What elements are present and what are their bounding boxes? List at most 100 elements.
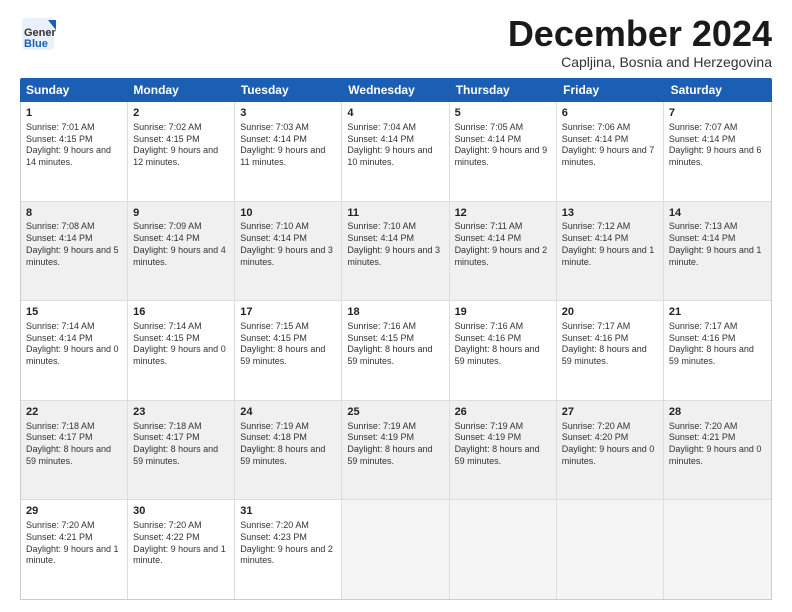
day-number: 28 (669, 405, 766, 420)
calendar-cell: 1Sunrise: 7:01 AM Sunset: 4:15 PM Daylig… (21, 102, 128, 201)
calendar-cell: 8Sunrise: 7:08 AM Sunset: 4:14 PM Daylig… (21, 202, 128, 301)
logo: General Blue (20, 16, 56, 52)
day-number: 23 (133, 405, 229, 420)
cell-info: Sunrise: 7:07 AM Sunset: 4:14 PM Dayligh… (669, 122, 766, 169)
cell-info: Sunrise: 7:08 AM Sunset: 4:14 PM Dayligh… (26, 221, 122, 268)
calendar-cell: 18Sunrise: 7:16 AM Sunset: 4:15 PM Dayli… (342, 301, 449, 400)
calendar-cell: 24Sunrise: 7:19 AM Sunset: 4:18 PM Dayli… (235, 401, 342, 500)
header-day-tuesday: Tuesday (235, 78, 342, 102)
cell-info: Sunrise: 7:01 AM Sunset: 4:15 PM Dayligh… (26, 122, 122, 169)
cell-info: Sunrise: 7:05 AM Sunset: 4:14 PM Dayligh… (455, 122, 551, 169)
svg-text:Blue: Blue (24, 38, 48, 50)
cell-info: Sunrise: 7:10 AM Sunset: 4:14 PM Dayligh… (240, 221, 336, 268)
cell-info: Sunrise: 7:03 AM Sunset: 4:14 PM Dayligh… (240, 122, 336, 169)
calendar-cell: 30Sunrise: 7:20 AM Sunset: 4:22 PM Dayli… (128, 500, 235, 599)
cell-info: Sunrise: 7:10 AM Sunset: 4:14 PM Dayligh… (347, 221, 443, 268)
cell-info: Sunrise: 7:20 AM Sunset: 4:22 PM Dayligh… (133, 520, 229, 567)
cell-info: Sunrise: 7:02 AM Sunset: 4:15 PM Dayligh… (133, 122, 229, 169)
calendar-cell: 26Sunrise: 7:19 AM Sunset: 4:19 PM Dayli… (450, 401, 557, 500)
logo-icon: General Blue (20, 16, 56, 52)
header-day-sunday: Sunday (20, 78, 127, 102)
month-title: December 2024 (508, 16, 772, 52)
day-number: 16 (133, 305, 229, 320)
calendar-cell: 23Sunrise: 7:18 AM Sunset: 4:17 PM Dayli… (128, 401, 235, 500)
cell-info: Sunrise: 7:15 AM Sunset: 4:15 PM Dayligh… (240, 321, 336, 368)
cell-info: Sunrise: 7:16 AM Sunset: 4:15 PM Dayligh… (347, 321, 443, 368)
cell-info: Sunrise: 7:14 AM Sunset: 4:14 PM Dayligh… (26, 321, 122, 368)
day-number: 8 (26, 206, 122, 221)
calendar-cell: 12Sunrise: 7:11 AM Sunset: 4:14 PM Dayli… (450, 202, 557, 301)
cell-info: Sunrise: 7:11 AM Sunset: 4:14 PM Dayligh… (455, 221, 551, 268)
day-number: 7 (669, 106, 766, 121)
page: General Blue December 2024 Capljina, Bos… (0, 0, 792, 612)
header: General Blue December 2024 Capljina, Bos… (20, 16, 772, 70)
day-number: 19 (455, 305, 551, 320)
cell-info: Sunrise: 7:18 AM Sunset: 4:17 PM Dayligh… (26, 421, 122, 468)
calendar: SundayMondayTuesdayWednesdayThursdayFrid… (20, 78, 772, 600)
calendar-cell: 31Sunrise: 7:20 AM Sunset: 4:23 PM Dayli… (235, 500, 342, 599)
day-number: 1 (26, 106, 122, 121)
cell-info: Sunrise: 7:18 AM Sunset: 4:17 PM Dayligh… (133, 421, 229, 468)
header-day-wednesday: Wednesday (342, 78, 449, 102)
calendar-cell (664, 500, 771, 599)
day-number: 17 (240, 305, 336, 320)
day-number: 2 (133, 106, 229, 121)
calendar-cell: 13Sunrise: 7:12 AM Sunset: 4:14 PM Dayli… (557, 202, 664, 301)
cell-info: Sunrise: 7:13 AM Sunset: 4:14 PM Dayligh… (669, 221, 766, 268)
calendar-cell: 6Sunrise: 7:06 AM Sunset: 4:14 PM Daylig… (557, 102, 664, 201)
day-number: 3 (240, 106, 336, 121)
cell-info: Sunrise: 7:17 AM Sunset: 4:16 PM Dayligh… (562, 321, 658, 368)
calendar-cell (450, 500, 557, 599)
calendar-cell: 3Sunrise: 7:03 AM Sunset: 4:14 PM Daylig… (235, 102, 342, 201)
day-number: 27 (562, 405, 658, 420)
calendar-cell: 2Sunrise: 7:02 AM Sunset: 4:15 PM Daylig… (128, 102, 235, 201)
calendar-cell: 9Sunrise: 7:09 AM Sunset: 4:14 PM Daylig… (128, 202, 235, 301)
cell-info: Sunrise: 7:19 AM Sunset: 4:19 PM Dayligh… (455, 421, 551, 468)
calendar-cell: 21Sunrise: 7:17 AM Sunset: 4:16 PM Dayli… (664, 301, 771, 400)
day-number: 22 (26, 405, 122, 420)
calendar-cell (342, 500, 449, 599)
day-number: 11 (347, 206, 443, 221)
day-number: 29 (26, 504, 122, 519)
day-number: 20 (562, 305, 658, 320)
calendar-cell: 7Sunrise: 7:07 AM Sunset: 4:14 PM Daylig… (664, 102, 771, 201)
calendar-body: 1Sunrise: 7:01 AM Sunset: 4:15 PM Daylig… (20, 102, 772, 600)
calendar-cell: 28Sunrise: 7:20 AM Sunset: 4:21 PM Dayli… (664, 401, 771, 500)
calendar-cell: 27Sunrise: 7:20 AM Sunset: 4:20 PM Dayli… (557, 401, 664, 500)
day-number: 12 (455, 206, 551, 221)
cell-info: Sunrise: 7:19 AM Sunset: 4:18 PM Dayligh… (240, 421, 336, 468)
calendar-cell: 10Sunrise: 7:10 AM Sunset: 4:14 PM Dayli… (235, 202, 342, 301)
day-number: 31 (240, 504, 336, 519)
cell-info: Sunrise: 7:17 AM Sunset: 4:16 PM Dayligh… (669, 321, 766, 368)
calendar-cell: 20Sunrise: 7:17 AM Sunset: 4:16 PM Dayli… (557, 301, 664, 400)
calendar-cell (557, 500, 664, 599)
header-day-monday: Monday (127, 78, 234, 102)
day-number: 9 (133, 206, 229, 221)
cell-info: Sunrise: 7:20 AM Sunset: 4:21 PM Dayligh… (26, 520, 122, 567)
day-number: 6 (562, 106, 658, 121)
cell-info: Sunrise: 7:16 AM Sunset: 4:16 PM Dayligh… (455, 321, 551, 368)
day-number: 21 (669, 305, 766, 320)
day-number: 15 (26, 305, 122, 320)
cell-info: Sunrise: 7:14 AM Sunset: 4:15 PM Dayligh… (133, 321, 229, 368)
calendar-row-3: 15Sunrise: 7:14 AM Sunset: 4:14 PM Dayli… (21, 301, 771, 401)
header-day-friday: Friday (557, 78, 664, 102)
calendar-row-4: 22Sunrise: 7:18 AM Sunset: 4:17 PM Dayli… (21, 401, 771, 501)
calendar-cell: 15Sunrise: 7:14 AM Sunset: 4:14 PM Dayli… (21, 301, 128, 400)
day-number: 5 (455, 106, 551, 121)
day-number: 26 (455, 405, 551, 420)
cell-info: Sunrise: 7:04 AM Sunset: 4:14 PM Dayligh… (347, 122, 443, 169)
header-day-thursday: Thursday (450, 78, 557, 102)
calendar-cell: 22Sunrise: 7:18 AM Sunset: 4:17 PM Dayli… (21, 401, 128, 500)
calendar-cell: 29Sunrise: 7:20 AM Sunset: 4:21 PM Dayli… (21, 500, 128, 599)
day-number: 10 (240, 206, 336, 221)
cell-info: Sunrise: 7:20 AM Sunset: 4:20 PM Dayligh… (562, 421, 658, 468)
calendar-cell: 5Sunrise: 7:05 AM Sunset: 4:14 PM Daylig… (450, 102, 557, 201)
calendar-cell: 14Sunrise: 7:13 AM Sunset: 4:14 PM Dayli… (664, 202, 771, 301)
day-number: 14 (669, 206, 766, 221)
calendar-row-1: 1Sunrise: 7:01 AM Sunset: 4:15 PM Daylig… (21, 102, 771, 202)
cell-info: Sunrise: 7:09 AM Sunset: 4:14 PM Dayligh… (133, 221, 229, 268)
calendar-row-5: 29Sunrise: 7:20 AM Sunset: 4:21 PM Dayli… (21, 500, 771, 599)
cell-info: Sunrise: 7:20 AM Sunset: 4:23 PM Dayligh… (240, 520, 336, 567)
day-number: 24 (240, 405, 336, 420)
